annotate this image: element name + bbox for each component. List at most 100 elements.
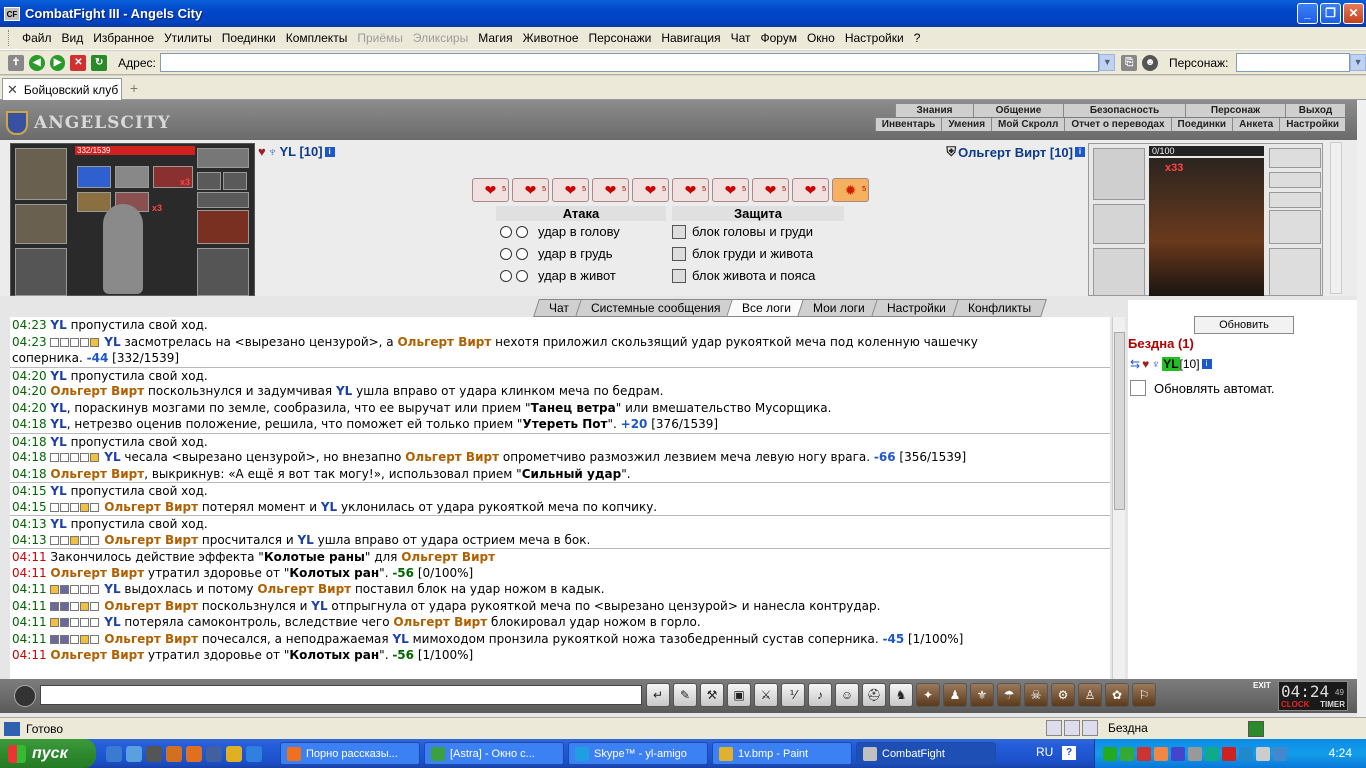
network-icon[interactable] xyxy=(1273,746,1287,761)
status-refresh-icon[interactable] xyxy=(1248,721,1264,737)
heart-action-button[interactable]: ❤ 5 xyxy=(592,178,629,202)
nav-primary-item[interactable]: Знания xyxy=(895,104,973,117)
heart-action-button[interactable]: ❤ 5 xyxy=(752,178,789,202)
tray-icon-4[interactable] xyxy=(1154,746,1168,761)
tray-icon-5[interactable] xyxy=(1171,746,1185,761)
nav-primary-item[interactable]: Безопасность xyxy=(1063,104,1185,117)
chat-tool-1-icon[interactable]: ↵ xyxy=(646,683,670,707)
info-icon[interactable]: i xyxy=(1075,147,1085,157)
nav-primary-item[interactable]: Общение xyxy=(973,104,1063,117)
tray-icon-9[interactable] xyxy=(1239,746,1253,761)
menu-item[interactable]: Магия xyxy=(473,31,517,45)
battle-scrollbar[interactable] xyxy=(1330,142,1342,294)
heart-action-button[interactable]: ❤ 5 xyxy=(712,178,749,202)
chat-tool-5-icon[interactable]: ⚔ xyxy=(754,683,778,707)
log-tab[interactable]: Настройки xyxy=(871,299,962,317)
timer-label[interactable]: TIMER xyxy=(1320,700,1345,709)
chat-tool-10-icon[interactable]: ♞ xyxy=(889,683,913,707)
heart-action-button[interactable]: ❤ 5 xyxy=(512,178,549,202)
back-icon[interactable]: ◀ xyxy=(28,54,45,71)
helmet-slot[interactable] xyxy=(1093,148,1145,200)
taskbar-button[interactable]: CombatFight xyxy=(856,742,996,765)
left-player-name[interactable]: ♥ ♆ YL [10] i xyxy=(258,144,335,159)
chrome-icon[interactable] xyxy=(226,745,242,762)
start-button[interactable]: пуск xyxy=(0,739,96,768)
tray-clock[interactable]: 4:24 xyxy=(1329,746,1352,760)
spell-slot-4[interactable] xyxy=(77,192,111,212)
gloves-slot[interactable] xyxy=(197,210,249,244)
room-player-name[interactable]: YL xyxy=(1162,357,1180,371)
menu-item[interactable]: Утилиты xyxy=(159,31,217,45)
attack-option[interactable]: удар в голову xyxy=(500,224,620,239)
rings-row-slot[interactable] xyxy=(1269,172,1321,188)
attack-radio-2[interactable] xyxy=(516,269,528,282)
nav-secondary-item[interactable]: Отчет о переводах xyxy=(1064,118,1170,131)
rings-row-slot[interactable] xyxy=(197,192,249,208)
defense-option[interactable]: блок головы и груди xyxy=(672,224,813,239)
amulet-slot[interactable] xyxy=(197,148,249,168)
forward-icon[interactable]: ▶ xyxy=(49,54,66,71)
heart-action-button[interactable]: ❤ 5 xyxy=(672,178,709,202)
tray-icon-3[interactable] xyxy=(1137,746,1151,761)
tray-icon-8[interactable] xyxy=(1222,746,1236,761)
taskbar-button[interactable]: Порно рассказы... xyxy=(280,742,420,765)
ql-icon-1[interactable] xyxy=(106,745,122,762)
spell-slot-3[interactable]: x3 xyxy=(153,166,193,188)
defense-option[interactable]: блок груди и живота xyxy=(672,246,813,261)
close-button[interactable]: ✕ xyxy=(1343,3,1364,24)
private-icon[interactable]: ⇆ xyxy=(1130,357,1140,371)
chat-tool-13-icon[interactable]: ⚜ xyxy=(970,683,994,707)
chat-tool-11-icon[interactable]: ✦ xyxy=(916,683,940,707)
go-icon[interactable]: ⎘ xyxy=(1121,54,1138,71)
spell-slot-2[interactable] xyxy=(115,166,149,188)
minimize-button[interactable]: _ xyxy=(1297,3,1318,24)
chat-tool-2-icon[interactable]: ✎ xyxy=(673,683,697,707)
helmet-slot[interactable] xyxy=(15,148,67,200)
ql-icon-6[interactable] xyxy=(206,745,222,762)
chat-tool-6-icon[interactable]: ⅟ xyxy=(781,683,805,707)
page-scrollbar[interactable] xyxy=(1357,100,1366,717)
nav-primary-item[interactable]: Персонаж xyxy=(1185,104,1285,117)
nav-secondary-item[interactable]: Поединки xyxy=(1170,118,1233,131)
menu-item[interactable]: Файл xyxy=(17,31,57,45)
nav-secondary-item[interactable]: Мой Скролл xyxy=(991,118,1064,131)
tray-icon-1[interactable] xyxy=(1103,746,1117,761)
chat-tool-9-icon[interactable]: ⛑ xyxy=(862,683,886,707)
defense-option[interactable]: блок живота и пояса xyxy=(672,268,815,283)
heart-action-button[interactable]: ❤ 5 xyxy=(632,178,669,202)
right-player-name[interactable]: ⛨ Ольгерт Вирт [10] i xyxy=(946,144,1085,160)
chat-tool-14-icon[interactable]: ☂ xyxy=(997,683,1021,707)
chat-tool-18-icon[interactable]: ✿ xyxy=(1105,683,1129,707)
taskbar-button[interactable]: Skype™ - yl-amigo xyxy=(568,742,708,765)
address-input[interactable] xyxy=(159,53,1100,72)
tab-close-icon[interactable]: ✕ xyxy=(7,82,18,98)
gloves-slot[interactable] xyxy=(1269,210,1321,244)
defense-radio[interactable] xyxy=(672,246,686,261)
cross-icon[interactable]: ✝ xyxy=(8,54,24,71)
menu-item[interactable]: Окно xyxy=(802,31,840,45)
auto-refresh[interactable]: Обновлять автомат. xyxy=(1130,380,1274,396)
defense-radio[interactable] xyxy=(672,268,686,283)
nav-secondary-item[interactable]: Инвентарь xyxy=(874,118,942,131)
help-icon[interactable]: ? xyxy=(1062,746,1076,760)
nav-primary-item[interactable]: Выход xyxy=(1285,104,1345,117)
heart-action-button[interactable]: ❤ 5 xyxy=(552,178,589,202)
language-indicator[interactable]: RU xyxy=(1036,745,1053,759)
special-action-button[interactable]: ✹ 5 xyxy=(832,178,869,202)
weapon-slot-left[interactable] xyxy=(15,248,67,296)
log-tab[interactable]: Мои логи xyxy=(797,299,881,317)
info-icon[interactable]: i xyxy=(324,146,335,157)
chat-tool-8-icon[interactable]: ☺ xyxy=(835,683,859,707)
attack-radio-1[interactable] xyxy=(500,269,512,282)
menu-item[interactable]: ? xyxy=(909,31,926,45)
defense-radio[interactable] xyxy=(672,224,686,239)
log-scroll-thumb[interactable] xyxy=(1114,332,1125,510)
attack-option[interactable]: удар в грудь xyxy=(500,246,613,261)
log-tab[interactable]: Все логи xyxy=(726,299,808,317)
attack-radio-2[interactable] xyxy=(516,247,528,260)
menu-item[interactable]: Животное xyxy=(518,31,584,45)
character-dropdown-icon[interactable]: ▼ xyxy=(1350,54,1366,71)
nav-secondary-item[interactable]: Анкета xyxy=(1232,118,1279,131)
chat-tool-3-icon[interactable]: ⚒ xyxy=(700,683,724,707)
tray-icon-7[interactable] xyxy=(1205,746,1219,761)
